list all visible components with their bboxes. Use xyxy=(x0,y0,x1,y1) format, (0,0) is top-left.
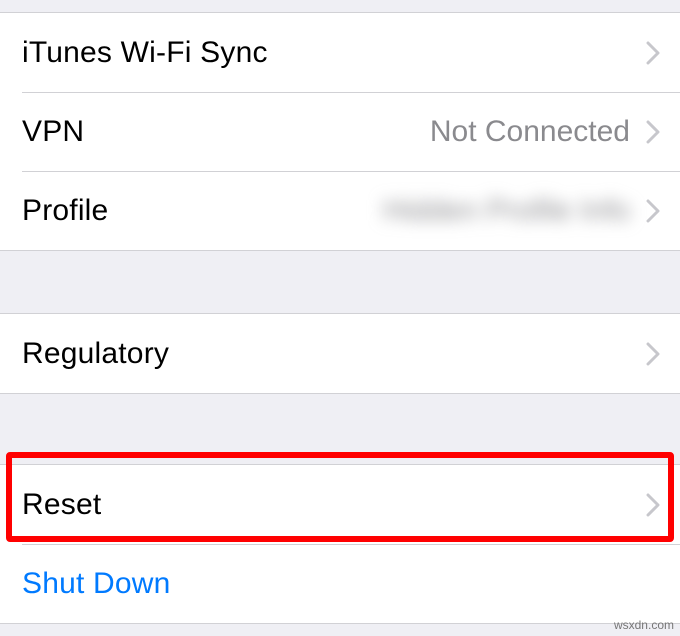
chevron-right-icon xyxy=(646,41,660,65)
chevron-right-icon xyxy=(646,199,660,223)
row-itunes-wifi-sync[interactable]: iTunes Wi-Fi Sync xyxy=(0,13,680,92)
settings-group-3: Reset Shut Down xyxy=(0,464,680,624)
section-gap-top xyxy=(0,0,680,12)
row-regulatory[interactable]: Regulatory xyxy=(0,314,680,393)
section-gap-bottom xyxy=(0,624,680,636)
row-label: Reset xyxy=(22,488,640,522)
row-label: iTunes Wi-Fi Sync xyxy=(22,36,640,70)
row-profile[interactable]: Profile Hidden Profile Info xyxy=(0,171,680,250)
watermark-text: wsxdn.com xyxy=(614,618,674,632)
row-vpn[interactable]: VPN Not Connected xyxy=(0,92,680,171)
settings-group-2: Regulatory xyxy=(0,313,680,394)
chevron-right-icon xyxy=(646,493,660,517)
settings-group-1: iTunes Wi-Fi Sync VPN Not Connected Prof… xyxy=(0,12,680,251)
row-label: Shut Down xyxy=(22,567,660,601)
row-label: Regulatory xyxy=(22,337,640,371)
row-label: Profile xyxy=(22,194,383,228)
row-detail: Not Connected xyxy=(430,115,630,149)
section-gap xyxy=(0,251,680,313)
row-shut-down[interactable]: Shut Down xyxy=(0,544,680,623)
row-label: VPN xyxy=(22,115,430,149)
chevron-right-icon xyxy=(646,120,660,144)
section-gap xyxy=(0,394,680,464)
row-reset[interactable]: Reset xyxy=(0,465,680,544)
row-detail-blurred: Hidden Profile Info xyxy=(383,194,630,228)
chevron-right-icon xyxy=(646,342,660,366)
